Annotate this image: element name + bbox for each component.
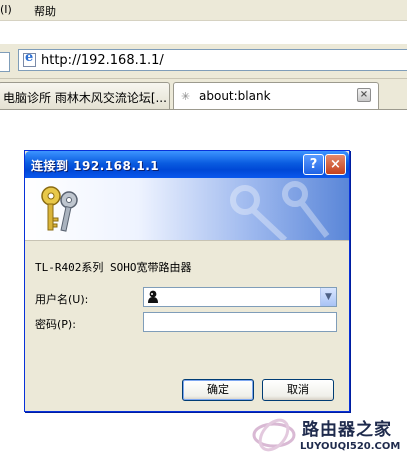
- ie-page-icon: [23, 50, 36, 67]
- watermark-url: LUYOUQI520.COM: [300, 441, 401, 452]
- address-bar-edge: [0, 52, 10, 72]
- loading-icon: ✳: [181, 90, 191, 103]
- address-input[interactable]: http://192.168.1.1/: [18, 49, 407, 71]
- cancel-button[interactable]: 取消: [262, 379, 334, 401]
- tab-label: 电脑诊所 雨林木风交流论坛[...: [3, 91, 167, 105]
- banner-keys-watermark-icon: [230, 181, 330, 240]
- ok-button[interactable]: 确定: [182, 379, 254, 401]
- watermark-logo-icon: [252, 418, 296, 452]
- dialog-titlebar: 连接到 192.168.1.1 ? ×: [25, 151, 349, 178]
- menu-item-help[interactable]: 帮助: [34, 3, 56, 19]
- password-label: 密码(P):: [35, 318, 76, 331]
- menu-item-tools[interactable]: (I): [0, 3, 12, 16]
- tab-about-blank[interactable]: ✳ about:blank: [173, 82, 379, 109]
- address-bar: http://192.168.1.1/: [0, 44, 407, 79]
- username-label: 用户名(U):: [35, 293, 89, 306]
- tab-strip: 电脑诊所 雨林木风交流论坛[... ✳ about:blank: [0, 79, 407, 110]
- tab-label: about:blank: [199, 89, 271, 103]
- password-field[interactable]: [143, 312, 337, 332]
- chevron-down-icon[interactable]: ▼: [320, 288, 336, 306]
- username-combobox[interactable]: ▼: [143, 287, 337, 307]
- login-dialog: 连接到 192.168.1.1 ? × TL-R402系列 SOHO宽带路由器 …: [24, 150, 350, 412]
- dialog-banner: [25, 178, 349, 241]
- menu-bar: (I) 帮助: [0, 0, 407, 21]
- user-icon: [148, 290, 158, 303]
- realm-message: TL-R402系列 SOHO宽带路由器: [35, 261, 192, 274]
- address-text: http://192.168.1.1/: [41, 53, 164, 68]
- close-tab-icon[interactable]: ×: [357, 88, 371, 102]
- keys-icon: [41, 186, 78, 232]
- dialog-title: 连接到 192.168.1.1: [31, 159, 160, 173]
- close-button[interactable]: ×: [325, 154, 346, 175]
- tab-forum[interactable]: 电脑诊所 雨林木风交流论坛[...: [0, 82, 170, 109]
- watermark-title: 路由器之家: [302, 420, 392, 440]
- help-button[interactable]: ?: [303, 154, 324, 175]
